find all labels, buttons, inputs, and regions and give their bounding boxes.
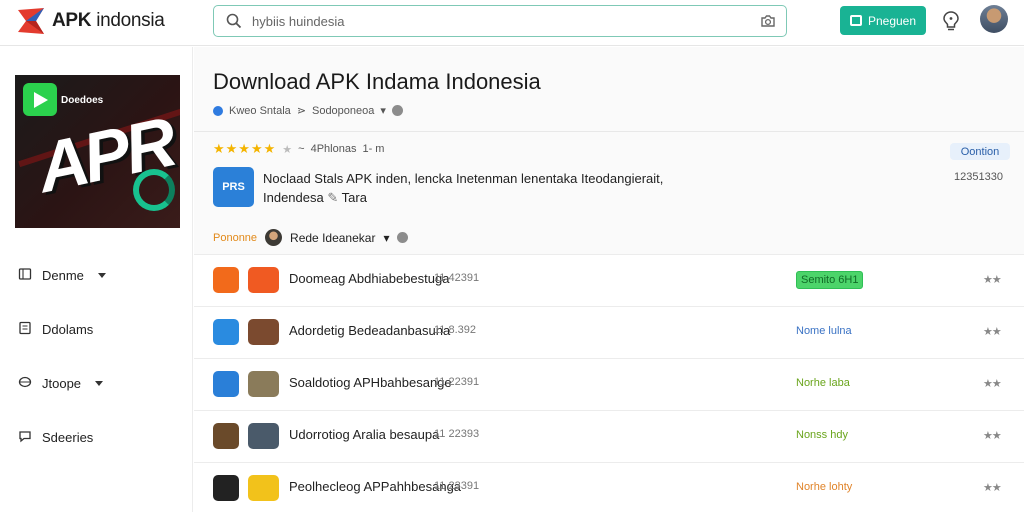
sidebar-item-label: Jtoope	[42, 375, 82, 391]
status-badge: Semito 6H1	[796, 271, 864, 289]
half-star-icon: ★	[282, 143, 293, 156]
chat-icon	[18, 429, 32, 446]
app-size: 11 22393	[434, 428, 480, 440]
camera-search-icon[interactable]	[760, 13, 776, 34]
app-description: Noclaad Stals APK inden, lencka Inetenma…	[263, 169, 693, 207]
app-name[interactable]: Soaldotiog APHbahbesange	[289, 375, 452, 390]
document-icon	[18, 321, 32, 338]
search-input[interactable]	[252, 10, 732, 32]
sidebar: Doedoes APR Denme Ddolams Jtoope Sdeerie…	[0, 47, 193, 512]
app-icon	[213, 423, 239, 449]
sidebar-item-sdeeries[interactable]: Sdeeries	[18, 427, 93, 447]
sidebar-item-ddolams[interactable]: Ddolams	[18, 319, 93, 339]
rating-separator: ~	[298, 143, 305, 155]
rating-tail: 1- m	[362, 143, 385, 155]
status-badge: Nome lulna	[796, 325, 852, 337]
app-thumbnail	[248, 371, 279, 397]
app-icon	[213, 267, 239, 293]
search-bar[interactable]	[213, 5, 787, 37]
rating-row: ★★★★★ ★ ~ 4Phlonas 1- m	[213, 141, 384, 157]
app-icon	[213, 475, 239, 501]
rating-text: 4Phlonas	[310, 143, 357, 155]
separator-icon: ⋗	[296, 105, 306, 117]
app-thumbnail	[248, 319, 279, 345]
dropdown-caret[interactable]: ▾	[383, 231, 389, 245]
app-thumbnail	[248, 267, 279, 293]
promo-label: Pononne	[213, 231, 258, 244]
app-list-row[interactable]: Adordetig Bedeadanbasuna 11 8.392 Nome l…	[194, 306, 1024, 358]
page-title: Download APK Indama Indonesia	[213, 69, 541, 94]
sidebar-item-label: Sdeeries	[42, 429, 94, 445]
description-line-2: Indendesa ✎ Tara	[263, 190, 367, 205]
star-rating-icon: ★★★★★	[213, 141, 277, 156]
app-size: 11 23391	[434, 480, 480, 492]
app-size: 11 42391	[434, 272, 480, 284]
app-size: 11 22391	[434, 376, 480, 388]
meta-row: Kweo Sntala ⋗ Sodoponeoa ▾	[213, 104, 403, 117]
info-icon[interactable]	[397, 232, 409, 243]
app-name[interactable]: Adordetig Bedeadanbasuna	[289, 323, 450, 338]
app-list-row[interactable]: Peolhecleog APPahhbesanga 11 23391 Norhe…	[194, 462, 1024, 512]
chevron-down-icon	[95, 380, 104, 386]
program-button-label: Pneguen	[867, 13, 917, 28]
promo-row: Pononne Rede Ideanekar ▾	[213, 229, 409, 246]
top-header: APK indonsia Pneguen	[0, 0, 1024, 46]
sidebar-item-jtoope[interactable]: Jtoope	[18, 373, 104, 393]
app-icon[interactable]: PRS	[213, 167, 254, 207]
globe-icon	[18, 375, 32, 392]
user-avatar[interactable]	[980, 5, 1008, 33]
option-badge[interactable]: Oontion	[950, 143, 1010, 160]
app-list-row[interactable]: Udorrotiog Aralia besaupa 11 22393 Nonss…	[194, 410, 1024, 462]
status-badge: Nonss hdy	[796, 429, 848, 441]
chevron-down-icon	[97, 272, 106, 278]
site-logo[interactable]: APK indonsia	[16, 6, 165, 36]
publisher-avatar	[265, 229, 283, 246]
divider	[194, 131, 1024, 132]
rating-icon[interactable]: ★★	[983, 325, 1002, 338]
notification-bulb-icon[interactable]	[941, 10, 961, 37]
play-icon	[23, 83, 57, 116]
app-icon	[213, 319, 239, 345]
logo-text: APK indonsia	[52, 10, 165, 31]
app-size: 11 8.392	[434, 324, 477, 336]
download-count: 12351330	[954, 171, 1003, 183]
publisher-name[interactable]: Rede Ideanekar	[290, 231, 375, 245]
verified-icon	[213, 105, 223, 116]
status-badge: Norhe laba	[796, 377, 850, 389]
swirl-icon	[133, 169, 175, 211]
author-link[interactable]: Kweo Sntala	[229, 105, 291, 117]
app-list-row[interactable]: Soaldotiog APHbahbesange 11 22391 Norhe …	[194, 358, 1024, 410]
status-badge: Norhe lohty	[796, 481, 853, 493]
program-button[interactable]: Pneguen	[840, 6, 926, 35]
sidebar-item-denme[interactable]: Denme	[18, 265, 106, 285]
category-link[interactable]: Sodoponeoa	[312, 105, 374, 117]
app-icon	[213, 371, 239, 397]
category-dropdown-caret[interactable]: ▾	[380, 104, 386, 117]
logo-icon	[16, 6, 48, 36]
rating-icon[interactable]: ★★	[983, 377, 1002, 390]
main-content: Download APK Indama Indonesia Kweo Sntal…	[194, 47, 1024, 512]
info-icon[interactable]	[391, 105, 403, 116]
featured-app-banner[interactable]: Doedoes APR	[15, 75, 180, 228]
rating-icon[interactable]: ★★	[983, 273, 1002, 286]
app-list-row[interactable]: Doomeag Abdhiabebestuga 11 42391 Semito …	[194, 254, 1024, 306]
sidebar-item-label: Ddolams	[42, 321, 94, 337]
app-name[interactable]: Udorrotiog Aralia besaupa	[289, 427, 439, 442]
sidebar-item-label: Denme	[42, 267, 84, 283]
window-icon	[849, 15, 862, 26]
apps-icon	[18, 267, 32, 284]
description-line: Noclaad Stals APK inden, lencka Inetenma…	[263, 171, 664, 186]
banner-small-text: Doedoes	[61, 95, 104, 106]
app-name[interactable]: Doomeag Abdhiabebestuga	[289, 271, 449, 286]
app-thumbnail	[248, 475, 279, 501]
app-thumbnail	[248, 423, 279, 449]
rating-icon[interactable]: ★★	[983, 481, 1002, 494]
search-icon	[226, 13, 242, 34]
rating-icon[interactable]: ★★	[983, 429, 1002, 442]
